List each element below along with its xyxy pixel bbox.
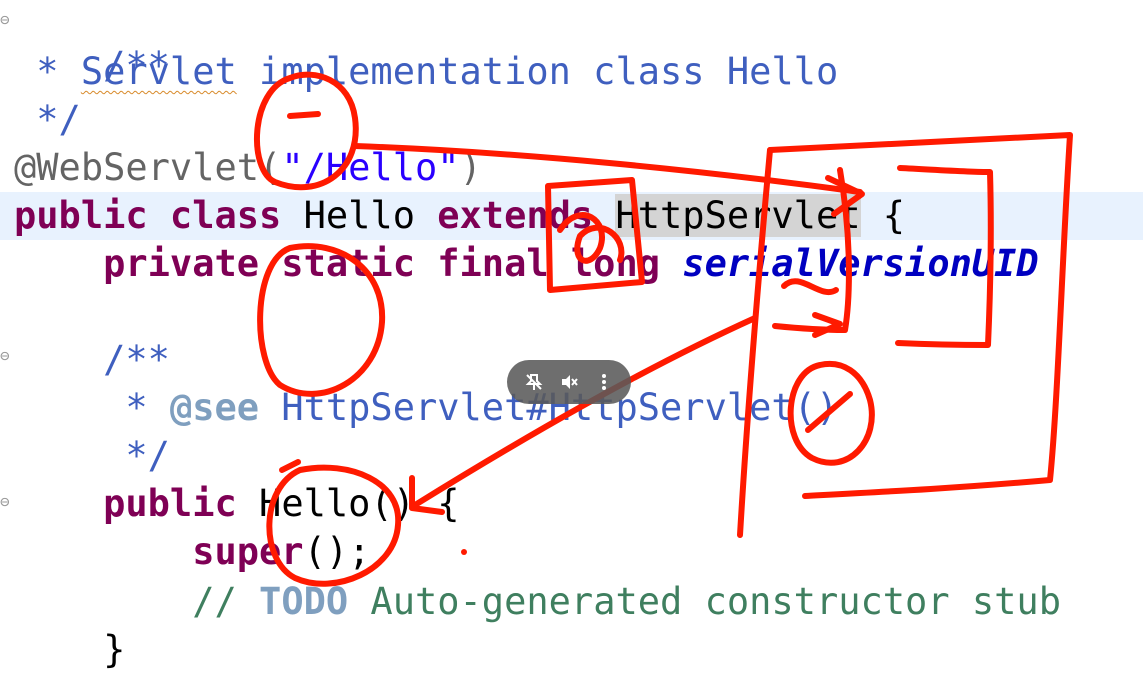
code-line-10: */ xyxy=(14,432,170,480)
unpin-icon[interactable] xyxy=(521,369,547,395)
mute-icon[interactable] xyxy=(556,369,582,395)
code-line-8: /** xyxy=(14,336,170,384)
close-brace: } xyxy=(14,628,126,671)
superclass-name: HttpServlet xyxy=(615,194,861,237)
annotation-name: @WebServlet( xyxy=(14,146,282,189)
comment-text: */ xyxy=(14,434,170,477)
class-name: Hello xyxy=(281,194,438,237)
call-args: (); xyxy=(303,530,371,573)
video-overlay-controls[interactable] xyxy=(507,360,631,404)
code-line-4: @WebServlet("/Hello") xyxy=(14,144,482,192)
code-editor[interactable]: ⊖ ⊖ ⊖ /** * Servlet implementation class… xyxy=(0,0,1143,682)
code-line-2: * Servlet implementation class Hello xyxy=(14,48,838,96)
comment-star: * xyxy=(14,50,81,93)
code-line-12: super(); xyxy=(14,528,370,576)
keyword: super xyxy=(14,530,304,573)
more-vert-icon[interactable] xyxy=(591,369,617,395)
field-name: serialVersionUID xyxy=(682,242,1039,285)
code-line-6: private static final long serialVersionU… xyxy=(14,240,1039,288)
code-line-11: public Hello() { xyxy=(14,480,460,528)
fold-marker[interactable]: ⊖ xyxy=(0,478,12,526)
line-comment: // xyxy=(14,580,260,623)
code-line-5: public class Hello extends HttpServlet { xyxy=(14,192,905,240)
comment-text: /** xyxy=(14,338,170,381)
open-brace: { xyxy=(860,194,906,237)
javadoc-tag: @see xyxy=(169,386,260,429)
keyword: extends xyxy=(437,194,594,237)
code-line-13: // TODO Auto-generated constructor stub xyxy=(14,578,1061,626)
code-line-9: * @see HttpServlet#HttpServlet() xyxy=(14,384,838,432)
code-line-1: /** xyxy=(14,0,170,87)
comment-text: */ xyxy=(14,98,81,141)
fold-marker[interactable]: ⊖ xyxy=(0,0,12,44)
code-line-3: */ xyxy=(14,96,81,144)
keyword: private static final long xyxy=(14,242,661,285)
todo-tag: TODO xyxy=(259,580,349,623)
comment-star: * xyxy=(14,386,170,429)
fold-marker[interactable]: ⊖ xyxy=(0,332,12,380)
code-line-14: } xyxy=(14,626,125,674)
keyword: public xyxy=(14,482,237,525)
comment-text: implementation class Hello xyxy=(236,50,839,93)
spellcheck-word: Servlet xyxy=(80,50,237,93)
line-comment: Auto-generated constructor stub xyxy=(348,580,1061,623)
string-literal: "/Hello" xyxy=(281,146,460,189)
constructor-signature: Hello() { xyxy=(236,482,460,525)
annotation-close: ) xyxy=(459,146,482,189)
keyword: public class xyxy=(14,194,282,237)
